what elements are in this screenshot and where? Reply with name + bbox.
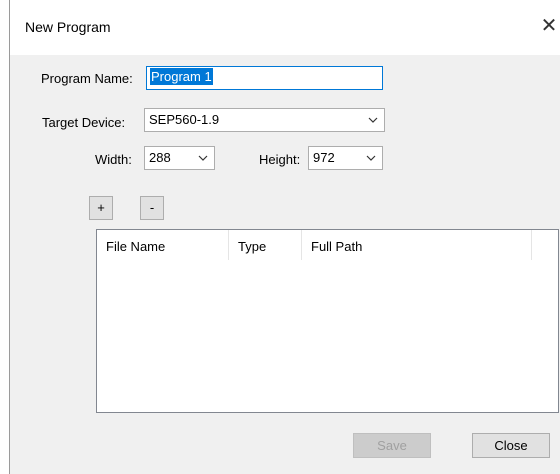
close-button[interactable]: Close — [472, 433, 550, 458]
add-file-button[interactable]: + — [89, 196, 113, 220]
height-value: 972 — [313, 150, 335, 165]
target-device-value: SEP560-1.9 — [149, 112, 220, 127]
new-program-dialog: New Program ✕ Program Name: Program 1 Ta… — [9, 0, 560, 474]
chevron-down-icon — [366, 155, 376, 161]
chevron-down-icon — [198, 155, 208, 161]
file-list[interactable]: File Name Type Full Path — [96, 229, 559, 413]
width-value: 288 — [149, 150, 171, 165]
program-name-value: Program 1 — [150, 68, 213, 85]
width-label: Width: — [95, 152, 132, 167]
height-label: Height: — [259, 152, 301, 167]
height-select[interactable]: 972 — [308, 146, 383, 170]
column-header-type[interactable]: Type — [229, 230, 302, 260]
title-bar: New Program ✕ — [10, 0, 560, 55]
save-button[interactable]: Save — [353, 433, 431, 458]
program-name-input[interactable]: Program 1 — [146, 66, 383, 90]
chevron-down-icon — [368, 117, 378, 123]
width-select[interactable]: 288 — [144, 146, 215, 170]
target-device-label: Target Device: — [42, 115, 126, 130]
program-name-label: Program Name: — [41, 71, 133, 86]
close-icon[interactable]: ✕ — [539, 14, 559, 38]
target-device-select[interactable]: SEP560-1.9 — [144, 108, 385, 132]
remove-file-button[interactable]: - — [140, 196, 164, 220]
column-header-file-name[interactable]: File Name — [97, 230, 229, 260]
column-header-full-path[interactable]: Full Path — [302, 230, 532, 260]
window-title: New Program — [25, 19, 111, 35]
